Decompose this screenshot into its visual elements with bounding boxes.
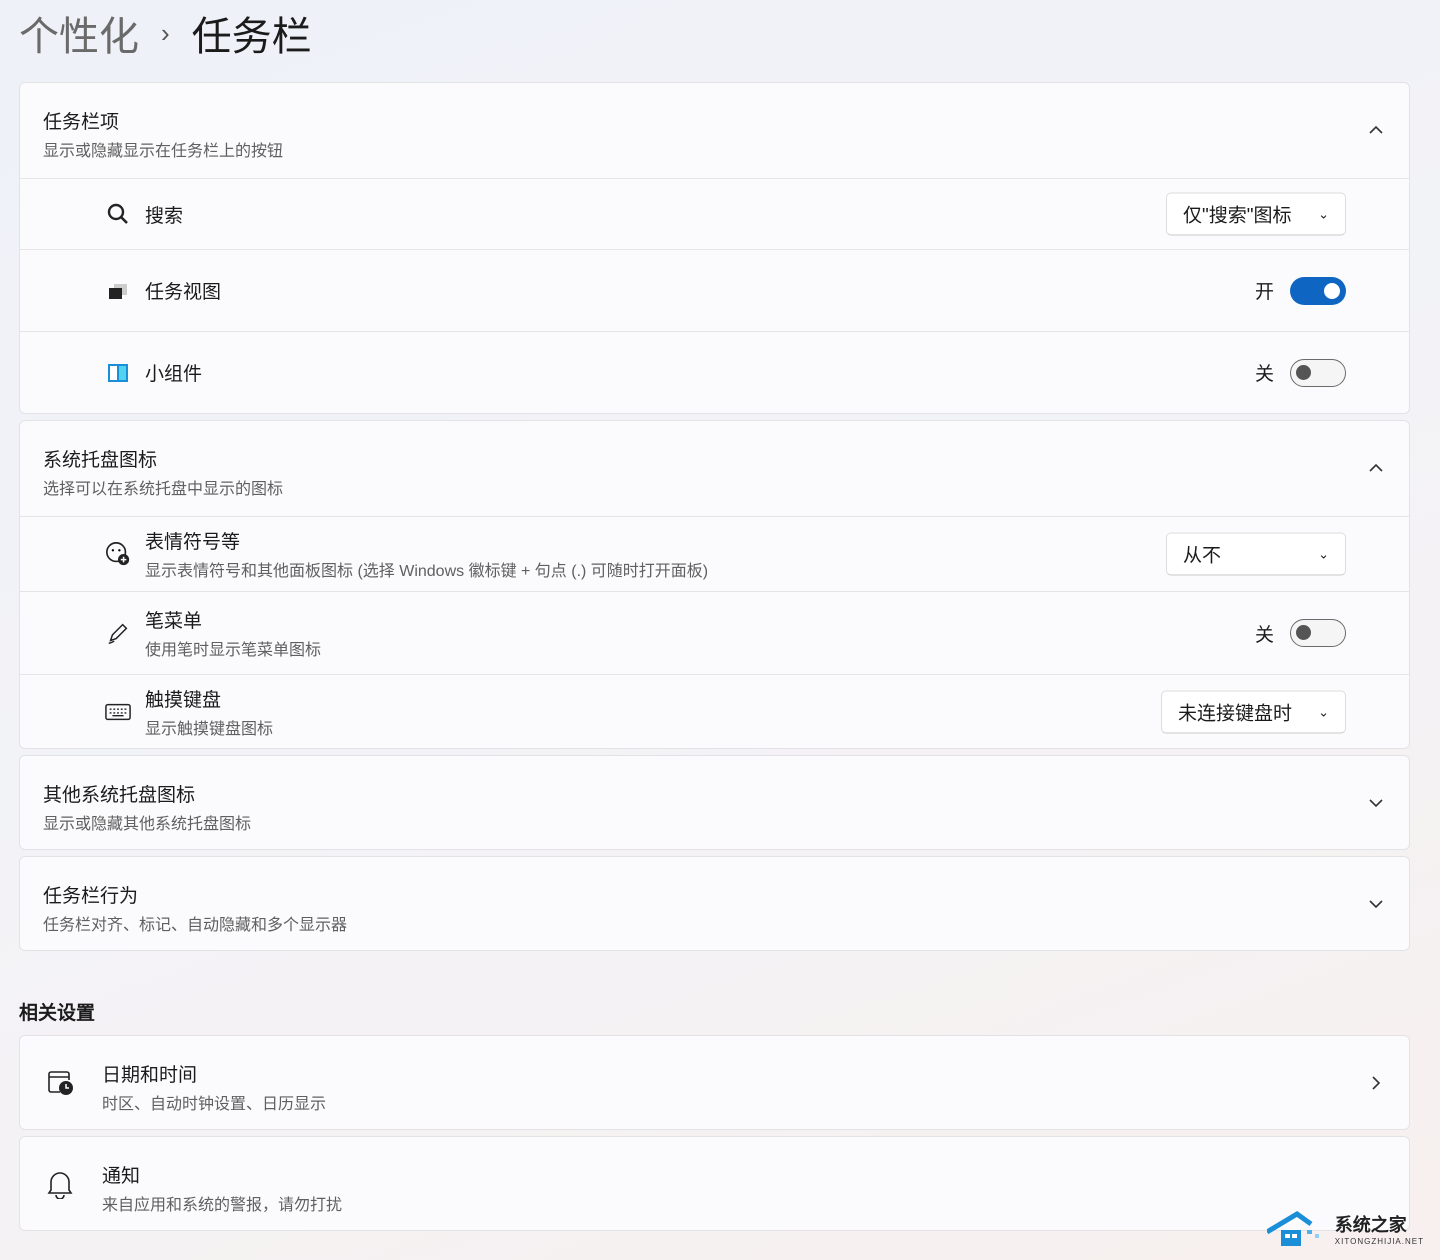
keyboard-desc: 显示触摸键盘图标	[145, 721, 274, 738]
chevron-down-icon: ⌄	[1318, 206, 1329, 221]
taskbar-items-header[interactable]: 任务栏项 显示或隐藏显示在任务栏上的按钮	[20, 83, 1409, 178]
chevron-down-icon[interactable]	[1367, 895, 1385, 913]
chevron-down-icon: ⌄	[1318, 546, 1329, 561]
section-subtitle: 显示或隐藏其他系统托盘图标	[43, 816, 252, 833]
keyboard-icon	[105, 699, 131, 725]
related-settings-heading: 相关设置	[19, 1003, 96, 1024]
watermark-logo: 系统之家 XITONGZHIJIA.NET	[1266, 1208, 1424, 1248]
keyboard-row: 触摸键盘显示触摸键盘图标 未连接键盘时 ⌄	[20, 674, 1409, 749]
toggle-state: 关	[1254, 364, 1274, 385]
chevron-down-icon: ⌄	[1318, 704, 1329, 719]
chevron-up-icon[interactable]	[1367, 459, 1385, 477]
toggle-state: 开	[1254, 282, 1274, 303]
task-view-label: 任务视图	[145, 282, 222, 303]
emoji-icon	[105, 541, 131, 567]
section-title: 系统托盘图标	[43, 450, 158, 471]
dropdown-value: 从不	[1183, 545, 1222, 567]
bell-icon	[47, 1172, 73, 1199]
widgets-toggle[interactable]	[1290, 358, 1346, 387]
house-logo-icon	[1266, 1211, 1319, 1246]
widgets-icon	[105, 360, 131, 386]
widgets-label: 小组件	[145, 364, 203, 385]
section-subtitle: 任务栏对齐、标记、自动隐藏和多个显示器	[43, 917, 348, 934]
behavior-card[interactable]: 任务栏行为任务栏对齐、标记、自动隐藏和多个显示器	[19, 856, 1410, 951]
emoji-dropdown[interactable]: 从不 ⌄	[1166, 532, 1346, 576]
section-title: 任务栏项	[43, 112, 120, 133]
tray-icons-card: 系统托盘图标 选择可以在系统托盘中显示的图标 表情符号等显示表情符号和其他面板图…	[19, 420, 1410, 749]
other-tray-card[interactable]: 其他系统托盘图标显示或隐藏其他系统托盘图标	[19, 755, 1410, 850]
link-subtitle: 来自应用和系统的警报，请勿打扰	[102, 1197, 343, 1214]
keyboard-dropdown[interactable]: 未连接键盘时 ⌄	[1161, 690, 1346, 734]
pen-icon	[105, 620, 131, 646]
emoji-desc: 显示表情符号和其他面板图标 (选择 Windows 徽标键 + 句点 (.) 可…	[145, 563, 709, 580]
task-view-row: 任务视图 开	[20, 249, 1409, 331]
search-row: 搜索 仅"搜索"图标 ⌄	[20, 178, 1409, 249]
calendar-clock-icon	[48, 1071, 73, 1095]
breadcrumb: 个性化 › 任务栏	[19, 4, 312, 62]
tray-icons-header[interactable]: 系统托盘图标 选择可以在系统托盘中显示的图标	[20, 421, 1409, 516]
pen-toggle[interactable]	[1290, 619, 1346, 647]
section-title: 其他系统托盘图标	[43, 785, 196, 806]
breadcrumb-separator: ›	[161, 17, 170, 48]
dropdown-value: 仅"搜索"图标	[1183, 205, 1292, 227]
link-title: 日期和时间	[102, 1065, 198, 1086]
pen-label: 笔菜单	[145, 611, 203, 632]
search-icon	[105, 201, 131, 227]
emoji-label: 表情符号等	[145, 532, 241, 553]
search-dropdown[interactable]: 仅"搜索"图标 ⌄	[1166, 192, 1346, 236]
dropdown-value: 未连接键盘时	[1178, 703, 1293, 725]
pen-row: 笔菜单使用笔时显示笔菜单图标 关	[20, 591, 1409, 674]
search-label: 搜索	[145, 205, 184, 227]
emoji-row: 表情符号等显示表情符号和其他面板图标 (选择 Windows 徽标键 + 句点 …	[20, 516, 1409, 591]
toggle-state: 关	[1254, 624, 1274, 646]
chevron-down-icon[interactable]	[1367, 794, 1385, 812]
link-title: 通知	[102, 1166, 141, 1187]
keyboard-label: 触摸键盘	[145, 690, 222, 711]
section-subtitle: 显示或隐藏显示在任务栏上的按钮	[43, 143, 284, 160]
section-subtitle: 选择可以在系统托盘中显示的图标	[43, 481, 284, 498]
section-title: 任务栏行为	[43, 886, 139, 907]
chevron-up-icon[interactable]	[1367, 121, 1385, 139]
link-subtitle: 时区、自动时钟设置、日历显示	[102, 1096, 327, 1113]
page-title: 任务栏	[191, 15, 312, 59]
chevron-right-icon	[1372, 1076, 1381, 1090]
taskbar-items-card: 任务栏项 显示或隐藏显示在任务栏上的按钮 搜索 仅"搜索"图标 ⌄ 任务视图 开 …	[19, 82, 1410, 414]
notifications-link[interactable]: 通知来自应用和系统的警报，请勿打扰	[19, 1136, 1410, 1231]
datetime-link[interactable]: 日期和时间时区、自动时钟设置、日历显示	[19, 1035, 1410, 1130]
breadcrumb-parent[interactable]: 个性化	[19, 4, 139, 62]
task-view-toggle[interactable]	[1290, 276, 1346, 305]
task-view-icon	[105, 278, 131, 304]
widgets-row: 小组件 关	[20, 331, 1409, 413]
pen-desc: 使用笔时显示笔菜单图标	[145, 642, 322, 659]
